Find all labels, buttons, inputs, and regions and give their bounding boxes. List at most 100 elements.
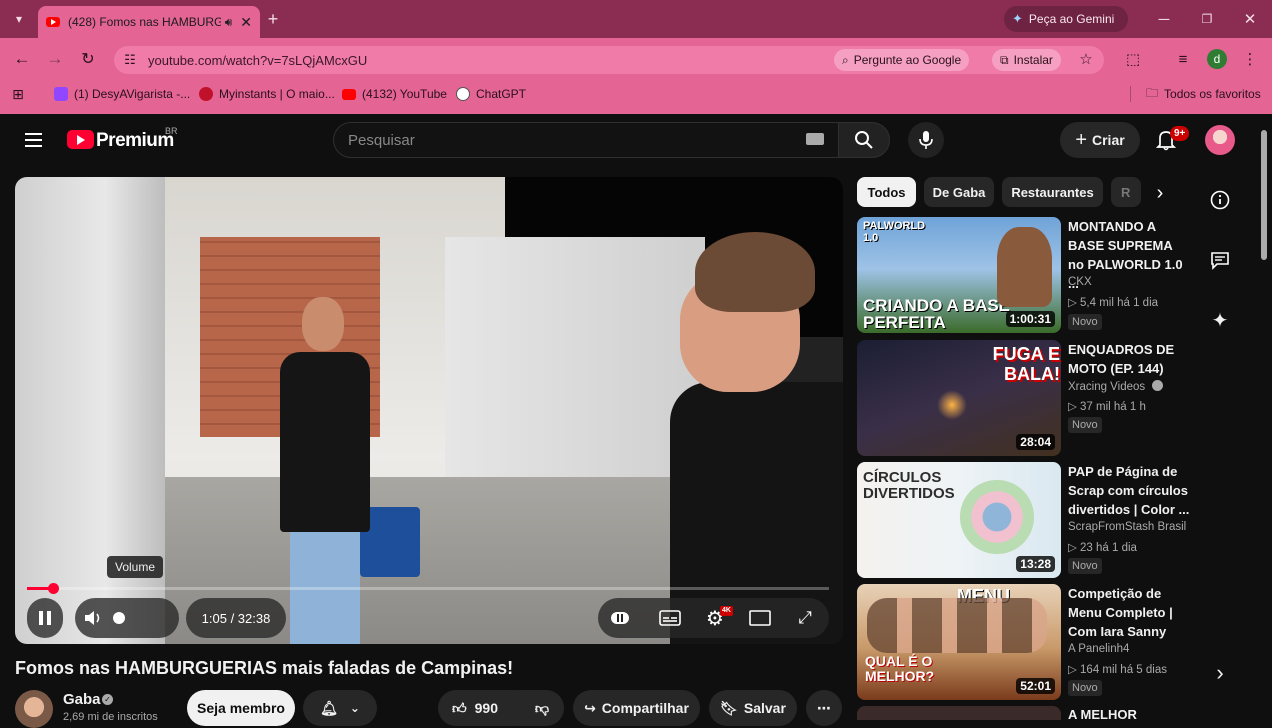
recommendation-title[interactable]: ENQUADROS DE MOTO (EP. 144)	[1068, 340, 1190, 378]
voice-search-button[interactable]	[908, 122, 944, 158]
close-tab-icon[interactable]: ✕	[240, 14, 252, 31]
video-thumbnail[interactable]: PALWORLD 1.0 CRIANDO A BASE PERFEITA 1:0…	[857, 217, 1061, 333]
media-controls-icon[interactable]: ≡	[1171, 48, 1195, 70]
bookmark-item[interactable]: Myinstants | O maio...	[199, 86, 335, 102]
audio-playing-icon[interactable]: 🔊︎	[225, 15, 233, 30]
channel-name[interactable]: Gaba	[63, 691, 101, 708]
back-icon[interactable]: ←	[10, 48, 34, 70]
youtube-logo-icon[interactable]	[67, 130, 94, 149]
recommendation-item[interactable]: FUGA E BALA! 28:04 ENQUADROS DE MOTO (EP…	[857, 340, 1197, 456]
bookmark-star-icon[interactable]: ☆	[1074, 48, 1098, 70]
recommendation-item[interactable]: PALWORLD 1.0 CRIANDO A BASE PERFEITA 1:0…	[857, 217, 1197, 333]
new-badge: Novo	[1068, 417, 1102, 433]
recommendation-title[interactable]: PAP de Página de Scrap com círculos dive…	[1068, 462, 1190, 519]
profile-avatar[interactable]: d	[1207, 49, 1227, 69]
recommendation-item[interactable]: MENU QUAL É O MELHOR? 52:01 Competição d…	[857, 584, 1197, 700]
forward-icon[interactable]: →	[43, 48, 67, 70]
notification-count-badge: 9+	[1170, 126, 1190, 141]
channel-avatar[interactable]	[15, 690, 53, 728]
bookmark-label: (4132) YouTube	[362, 87, 447, 101]
recommendation-title[interactable]: A MELHOR	[1068, 707, 1137, 720]
browser-tab-active[interactable]: (428) Fomos nas HAMBURGUERIAS mais falad…	[38, 6, 260, 38]
guide-menu-icon[interactable]	[23, 131, 45, 149]
search-button[interactable]	[838, 122, 890, 158]
all-bookmarks-folder[interactable]: 🗀 Todos os favoritos	[1146, 86, 1261, 102]
recommendation-channel[interactable]: Xracing Videos	[1068, 380, 1164, 393]
gemini-button[interactable]: ✦ Peça ao Gemini	[1004, 6, 1128, 32]
recommendation-channel[interactable]: ScrapFromStash Brasil	[1068, 521, 1186, 533]
extensions-icon[interactable]: ⬚	[1121, 48, 1145, 70]
volume-tooltip: Volume	[107, 556, 164, 578]
theater-mode-icon[interactable]	[748, 606, 772, 630]
chip-more[interactable]: R	[1111, 177, 1141, 207]
share-label: Compartilhar	[601, 700, 689, 716]
create-button[interactable]: + Criar	[1060, 122, 1140, 158]
twitch-icon	[54, 87, 68, 101]
volume-slider-handle[interactable]	[113, 612, 125, 624]
info-icon[interactable]	[1207, 187, 1233, 213]
volume-icon[interactable]	[83, 608, 105, 628]
search-placeholder: Pesquisar	[348, 131, 415, 149]
logo-text[interactable]: Premium	[96, 130, 174, 152]
reload-icon[interactable]: ↻	[76, 48, 100, 70]
keyboard-icon[interactable]	[806, 133, 824, 145]
chip-label: R	[1121, 184, 1131, 200]
lens-icon: ⌕	[842, 52, 849, 67]
bookmark-item[interactable]: (1) DesyAVigarista -...	[54, 86, 190, 102]
video-thumbnail[interactable]: CÍRCULOS DIVERTIDOS 13:28	[857, 462, 1061, 578]
chips-next-chevron-icon[interactable]: ›	[1148, 180, 1172, 206]
install-icon: ⧉	[1000, 52, 1009, 67]
bookmark-item[interactable]: (4132) YouTube	[342, 86, 447, 102]
chip-all[interactable]: Todos	[857, 177, 916, 207]
ask-google-button[interactable]: ⌕ Pergunte ao Google	[834, 49, 970, 71]
video-thumbnail[interactable]	[857, 706, 1061, 720]
scrubber-handle[interactable]	[48, 583, 59, 594]
video-thumbnail[interactable]: FUGA E BALA! 28:04	[857, 340, 1061, 456]
account-avatar[interactable]	[1205, 125, 1235, 155]
restore-icon[interactable]: ❐	[1195, 8, 1219, 30]
share-button[interactable]: ↪ Compartilhar	[573, 690, 700, 726]
video-duration: 13:28	[1016, 556, 1055, 572]
recommendation-item[interactable]: CÍRCULOS DIVERTIDOS 13:28 PAP de Página …	[857, 462, 1197, 578]
play-pause-button[interactable]	[27, 598, 63, 638]
new-badge: Novo	[1068, 558, 1102, 574]
chrome-menu-icon[interactable]: ⋮	[1240, 48, 1260, 70]
dislike-button[interactable]: 👎︎	[520, 690, 564, 726]
progress-bar[interactable]	[27, 587, 829, 590]
autoplay-toggle-icon[interactable]	[608, 606, 632, 630]
bookmark-item[interactable]: ChatGPT	[456, 86, 526, 102]
apps-grid-icon[interactable]: ⊞	[8, 84, 28, 104]
sparkle-icon[interactable]: ✦	[1207, 307, 1233, 333]
url-text: youtube.com/watch?v=7sLQjAMcxGU	[148, 52, 368, 68]
close-window-icon[interactable]: ✕	[1238, 8, 1262, 30]
fullscreen-icon[interactable]: ⤢	[793, 606, 817, 630]
join-membership-button[interactable]: Seja membro	[187, 690, 295, 726]
more-actions-button[interactable]: ⋯	[806, 690, 842, 726]
video-thumbnail[interactable]: MENU QUAL É O MELHOR? 52:01	[857, 584, 1061, 700]
recommendation-item-partial[interactable]: A MELHOR	[857, 706, 1197, 720]
save-button[interactable]: 🔖︎ Salvar	[709, 690, 797, 726]
more-icon: ⋯	[817, 699, 831, 716]
tab-search-icon[interactable]: ▾	[8, 8, 30, 30]
bookmark-icon: 🔖︎	[720, 699, 738, 716]
minimize-icon[interactable]: ─	[1152, 8, 1176, 30]
verified-check-icon	[1152, 380, 1164, 391]
chip-from-channel[interactable]: De Gaba	[924, 177, 994, 207]
volume-control[interactable]	[75, 598, 179, 638]
time-display: 1:05 / 32:38	[186, 598, 286, 638]
new-tab-icon[interactable]: +	[262, 8, 284, 30]
chip-restaurants[interactable]: Restaurantes	[1002, 177, 1103, 207]
site-info-icon[interactable]: ☷	[120, 49, 140, 71]
chat-icon[interactable]	[1207, 247, 1233, 273]
install-app-button[interactable]: ⧉ Instalar	[992, 49, 1061, 71]
page-scrollbar[interactable]	[1261, 130, 1267, 260]
recommendation-channel[interactable]: CKX	[1068, 276, 1092, 288]
recommendation-channel[interactable]: A Panelinh4	[1068, 643, 1129, 655]
thumbnail-character	[997, 227, 1052, 307]
chevron-right-icon[interactable]: ›	[1207, 660, 1233, 686]
search-input[interactable]: Pesquisar	[333, 122, 840, 158]
subscribed-notifications-button[interactable]: 🔔︎ ⌄	[303, 690, 377, 726]
subtitles-icon[interactable]	[658, 606, 682, 630]
recommendation-title[interactable]: Competição de Menu Completo | Com Iara S…	[1068, 584, 1190, 641]
share-icon: ↪	[584, 699, 596, 716]
